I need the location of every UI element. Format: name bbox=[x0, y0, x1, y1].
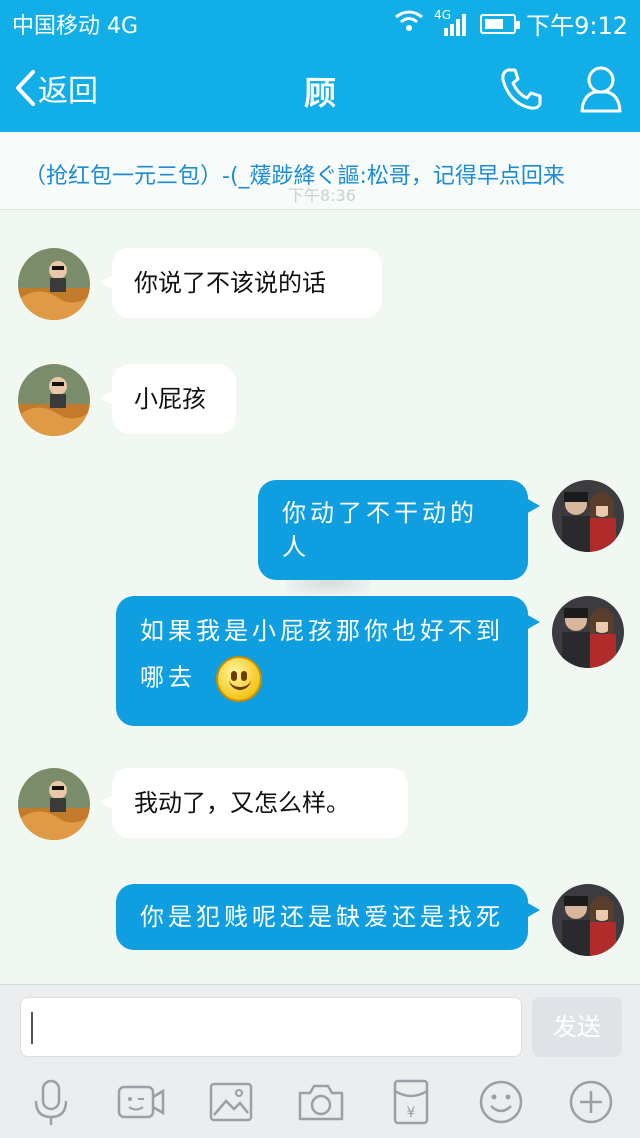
message-text-line: 哪去 bbox=[140, 663, 196, 692]
chat-title: 顾 bbox=[303, 74, 336, 112]
group-notice-ticker[interactable]: 下午8:36 （抢红包一元三包）-(_蕿踄絳ぐ謳:松哥，记得早点回来 bbox=[0, 132, 640, 210]
top-bar: 中国移动 4G 4G 下午9:12 返回 顾 bbox=[0, 0, 640, 132]
message-text: 你动了不干动的人 bbox=[282, 499, 478, 561]
smiley-emoji-icon bbox=[215, 656, 262, 702]
avatar[interactable] bbox=[18, 768, 90, 840]
video-icon[interactable] bbox=[116, 1077, 166, 1127]
message-bubble-incoming[interactable]: 你说了不该说的话 bbox=[100, 248, 382, 318]
svg-text:¥: ¥ bbox=[407, 1105, 416, 1121]
phone-call-button[interactable] bbox=[498, 66, 544, 112]
emoji-icon[interactable] bbox=[476, 1077, 526, 1127]
message-bubble-incoming[interactable]: 我动了，又怎么样。 bbox=[100, 768, 408, 838]
message-bubble-outgoing[interactable]: 你是犯贱呢还是缺爱还是找死 bbox=[116, 884, 540, 950]
profile-button[interactable] bbox=[578, 64, 624, 114]
message-text: 我动了，又怎么样。 bbox=[134, 789, 350, 817]
avatar[interactable] bbox=[552, 480, 624, 552]
send-button[interactable]: 发送 bbox=[532, 997, 622, 1057]
message-text: 你是犯贱呢还是缺爱还是找死 bbox=[140, 903, 504, 931]
message-bubble-incoming[interactable]: 小屁孩 bbox=[100, 364, 236, 434]
camera-icon[interactable] bbox=[296, 1077, 346, 1127]
chat-header: 返回 顾 bbox=[0, 44, 640, 132]
avatar[interactable] bbox=[18, 364, 90, 436]
ticker-text: （抢红包一元三包）-(_蕿踄絳ぐ謳:松哥，记得早点回来 bbox=[24, 164, 565, 189]
avatar[interactable] bbox=[552, 596, 624, 668]
status-bar: 中国移动 4G 4G 下午9:12 bbox=[0, 0, 640, 44]
text-caret bbox=[31, 1012, 33, 1044]
message-text: 你说了不该说的话 bbox=[134, 269, 326, 297]
input-bar: 发送 ¥ bbox=[0, 984, 640, 1138]
carrier-label: 中国移动 4G bbox=[12, 14, 139, 39]
microphone-icon[interactable] bbox=[26, 1077, 76, 1127]
user-icon bbox=[580, 66, 622, 113]
message-input[interactable] bbox=[20, 997, 522, 1057]
toolbar: ¥ bbox=[0, 1077, 640, 1127]
battery-icon bbox=[480, 13, 521, 34]
avatar[interactable] bbox=[552, 884, 624, 956]
message-bubble-outgoing[interactable]: 如果我是小屁孩那你也好不到 哪去 bbox=[116, 596, 540, 726]
wifi-icon bbox=[394, 9, 424, 39]
avatar[interactable] bbox=[18, 248, 90, 320]
phone-icon bbox=[501, 68, 542, 110]
message-bubble-outgoing[interactable]: 你动了不干动的人 bbox=[258, 480, 540, 580]
clock: 下午9:12 bbox=[526, 12, 628, 40]
message-text-line: 如果我是小屁孩那你也好不到 bbox=[140, 617, 504, 645]
signal-icon: 4G bbox=[434, 8, 470, 36]
message-text: 小屁孩 bbox=[134, 385, 206, 413]
red-envelope-icon[interactable]: ¥ bbox=[386, 1077, 436, 1127]
plus-icon[interactable] bbox=[566, 1077, 616, 1127]
image-icon[interactable] bbox=[206, 1077, 256, 1127]
message-list[interactable]: 你说了不该说的话 小屁孩 你动了不干动的人 如果我是小屁孩那你也好不到 哪去 我… bbox=[0, 210, 640, 984]
